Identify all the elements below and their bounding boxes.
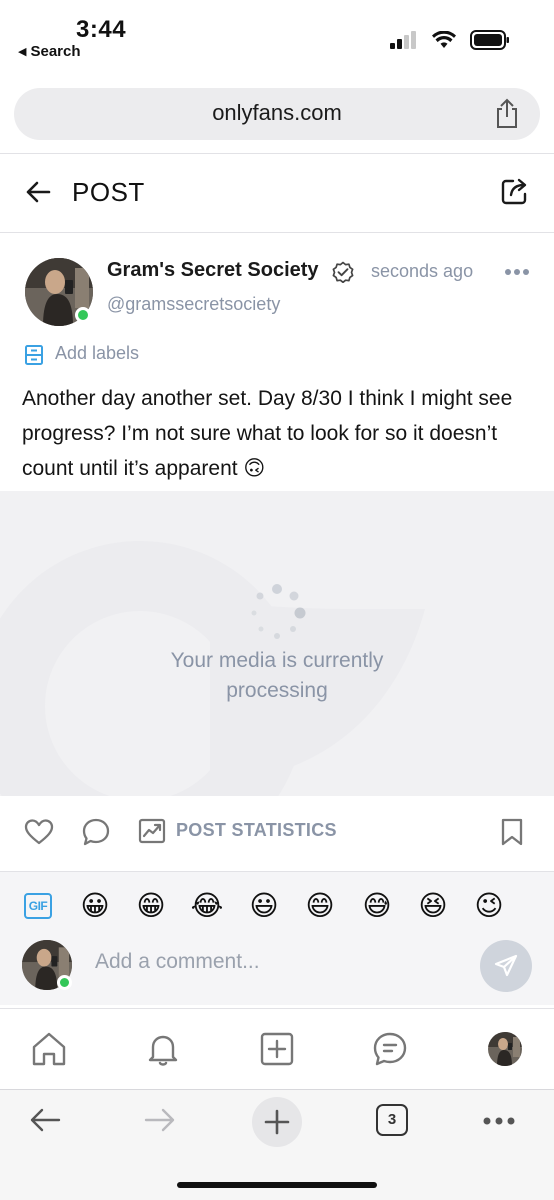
comment-bubble-icon[interactable] bbox=[81, 817, 111, 847]
tabs-button[interactable]: 3 bbox=[376, 1104, 408, 1136]
messages-icon[interactable] bbox=[371, 1030, 409, 1068]
author-handle[interactable]: @gramssecretsociety bbox=[107, 294, 280, 315]
placeholder-logo-icon bbox=[0, 541, 425, 796]
status-icons bbox=[390, 30, 510, 50]
status-back-search[interactable]: ◀ Search bbox=[18, 43, 81, 60]
avatar-photo-icon bbox=[488, 1032, 522, 1066]
online-status-dot bbox=[75, 307, 91, 323]
divider bbox=[0, 232, 554, 233]
divider bbox=[0, 1008, 554, 1009]
label-icon[interactable] bbox=[24, 344, 44, 366]
url-text[interactable]: onlyfans.com bbox=[0, 100, 554, 126]
post-timestamp: seconds ago bbox=[371, 261, 474, 281]
verified-badge-icon bbox=[332, 261, 354, 283]
emoji-sweat-smile[interactable]: 😅 bbox=[360, 889, 394, 922]
status-back-label: Search bbox=[30, 43, 81, 60]
emoji-grinning[interactable]: 😀 bbox=[78, 889, 112, 922]
media-processing-message: Your media is currently processing bbox=[0, 646, 554, 706]
emoji-wink[interactable]: 😉 bbox=[472, 889, 506, 922]
share-post-icon[interactable] bbox=[500, 176, 530, 206]
browser-forward-icon[interactable] bbox=[143, 1106, 177, 1134]
plus-icon bbox=[264, 1109, 290, 1135]
post-statistics-icon[interactable] bbox=[138, 817, 166, 845]
wifi-icon bbox=[432, 31, 456, 48]
like-heart-icon[interactable] bbox=[24, 817, 54, 847]
battery-icon bbox=[470, 30, 509, 50]
page-title: POST bbox=[72, 177, 145, 207]
new-post-icon[interactable] bbox=[258, 1030, 296, 1068]
comment-input[interactable]: Add a comment... bbox=[95, 950, 260, 974]
more-options-icon[interactable] bbox=[505, 268, 529, 276]
home-indicator bbox=[177, 1182, 377, 1188]
send-comment-button[interactable] bbox=[480, 940, 532, 992]
emoji-smiley[interactable]: 😃 bbox=[247, 889, 281, 922]
online-status-dot bbox=[57, 975, 72, 990]
emoji-laughing[interactable]: 😆 bbox=[416, 889, 450, 922]
status-time: 3:44 bbox=[76, 16, 127, 43]
media-placeholder bbox=[0, 491, 554, 796]
browser-more-icon[interactable] bbox=[482, 1116, 516, 1126]
media-status-line-2: processing bbox=[226, 679, 328, 702]
add-labels-link[interactable]: Add labels bbox=[55, 343, 139, 364]
author-name[interactable]: Gram's Secret Society bbox=[107, 259, 319, 282]
notifications-bell-icon[interactable] bbox=[144, 1030, 182, 1068]
post-statistics-button[interactable]: POST STATISTICS bbox=[176, 820, 337, 841]
divider bbox=[0, 871, 554, 872]
new-tab-button[interactable] bbox=[252, 1097, 302, 1147]
emoji-smile[interactable]: 😄 bbox=[303, 889, 337, 922]
cellular-signal-icon bbox=[390, 31, 416, 49]
gif-button[interactable]: GIF bbox=[24, 893, 52, 919]
bookmark-icon[interactable] bbox=[500, 817, 524, 847]
emoji-joy[interactable]: 😂 bbox=[190, 889, 224, 922]
send-icon bbox=[494, 954, 518, 977]
emoji-beaming[interactable]: 😁 bbox=[134, 889, 168, 922]
back-triangle-icon: ◀ bbox=[18, 46, 27, 58]
loading-spinner-icon bbox=[251, 584, 306, 639]
post-text: Another day another set. Day 8/30 I thin… bbox=[22, 387, 513, 480]
back-arrow-icon[interactable] bbox=[24, 178, 52, 206]
divider bbox=[0, 1089, 554, 1090]
divider bbox=[0, 153, 554, 154]
share-icon[interactable] bbox=[493, 98, 521, 130]
media-status-line-1: Your media is currently bbox=[170, 649, 384, 672]
home-icon[interactable] bbox=[30, 1030, 68, 1068]
profile-avatar[interactable] bbox=[488, 1032, 522, 1066]
browser-back-icon[interactable] bbox=[28, 1106, 62, 1134]
